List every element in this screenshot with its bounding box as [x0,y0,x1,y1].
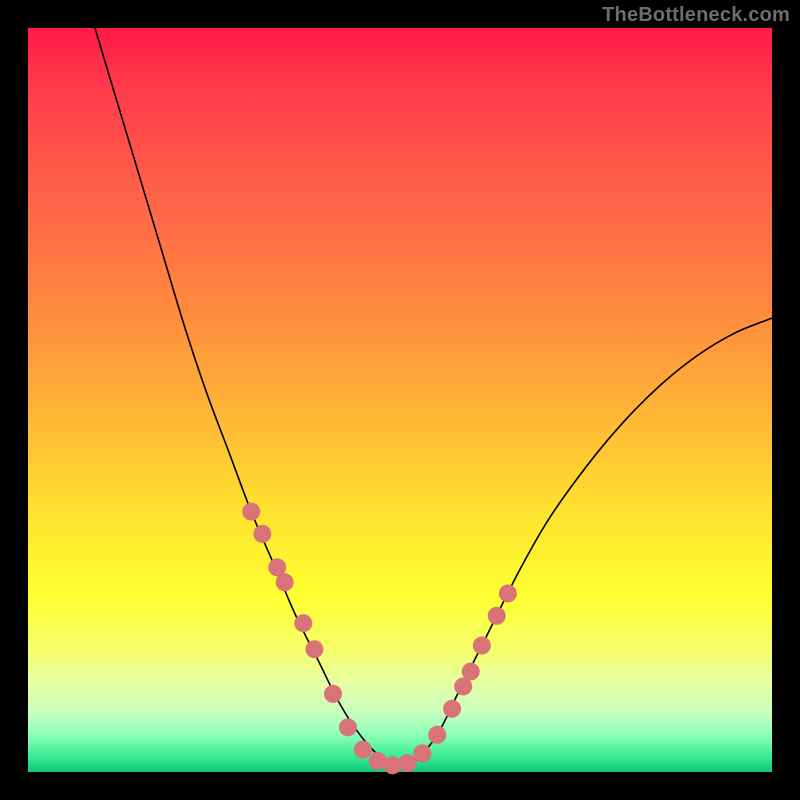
chart-marker [428,726,446,744]
marker-group [242,503,517,775]
chart-marker [294,614,312,632]
chart-marker [443,700,461,718]
chart-marker [398,754,416,772]
chart-marker [276,573,294,591]
chart-marker [242,503,260,521]
chart-marker [354,741,372,759]
chart-marker [488,607,506,625]
watermark-text: TheBottleneck.com [602,4,790,27]
chart-marker [413,744,431,762]
chart-marker [305,640,323,658]
chart-marker [499,584,517,602]
chart-marker [473,637,491,655]
bottleneck-chart [28,28,772,772]
chart-marker [253,525,271,543]
chart-marker [324,685,342,703]
chart-area [28,28,772,772]
bottleneck-curve [95,28,772,766]
chart-marker [462,663,480,681]
chart-marker [339,718,357,736]
